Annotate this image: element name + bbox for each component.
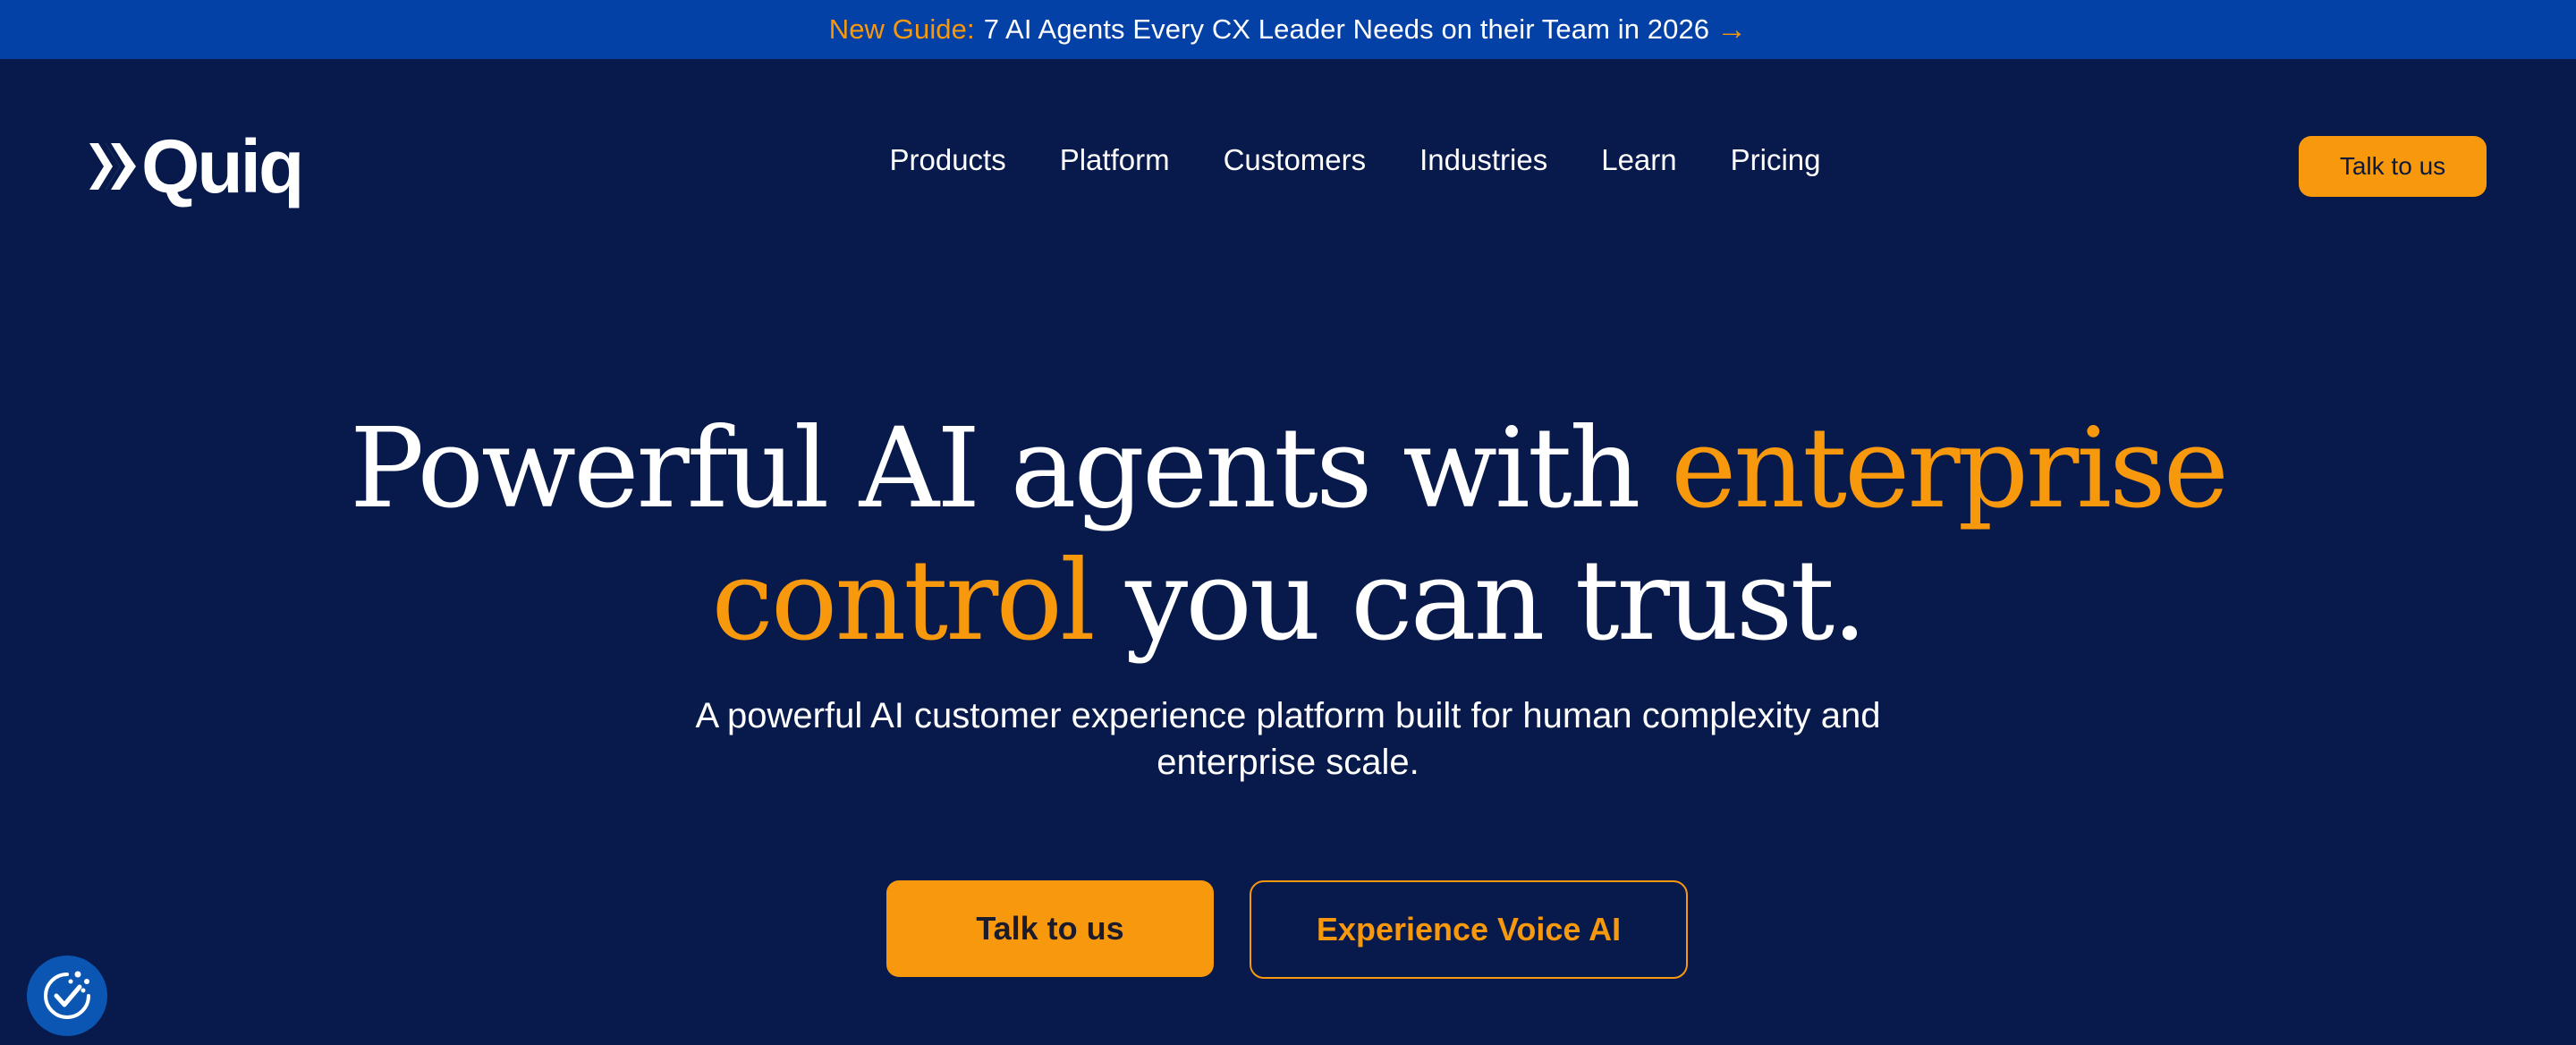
nav-item-pricing[interactable]: Pricing — [1731, 143, 1821, 177]
hero-section: Powerful AI agents with enterprise contr… — [0, 403, 2576, 786]
arrow-right-icon: → — [1716, 13, 1748, 47]
header-talk-to-us-button[interactable]: Talk to us — [2299, 136, 2487, 197]
headline-accent-control: control — [711, 537, 1095, 666]
logo-text: Quiq — [141, 124, 304, 208]
hero-cta-group: Talk to us Experience Voice AI — [0, 880, 2576, 979]
nav-item-customers[interactable]: Customers — [1224, 143, 1367, 177]
nav-item-platform[interactable]: Platform — [1060, 143, 1170, 177]
headline-part-2: you can trust. — [1092, 537, 1867, 666]
cookie-consent-icon — [44, 971, 90, 1019]
main-nav: Products Platform Customers Industries L… — [0, 143, 2576, 177]
nav-item-learn[interactable]: Learn — [1601, 143, 1676, 177]
site-header: Quiq Products Platform Customers Industr… — [0, 59, 2576, 274]
cookie-consent-button[interactable] — [27, 956, 107, 1036]
announcement-bar[interactable]: New Guide: 7 AI Agents Every CX Leader N… — [0, 0, 2576, 59]
logo-link[interactable]: Quiq — [88, 124, 304, 208]
nav-item-industries[interactable]: Industries — [1419, 143, 1547, 177]
headline-part-1: Powerful AI agents with — [349, 404, 1671, 533]
nav-item-products[interactable]: Products — [889, 143, 1005, 177]
quiq-logo-icon — [89, 143, 136, 190]
headline-accent-enterprise: enterprise — [1670, 404, 2229, 533]
hero-headline: Powerful AI agents with enterprise contr… — [0, 403, 2576, 667]
announcement-link[interactable]: 7 AI Agents Every CX Leader Needs on the… — [984, 13, 1709, 46]
experience-voice-ai-button[interactable]: Experience Voice AI — [1250, 880, 1688, 979]
announcement-label: New Guide: — [828, 13, 975, 45]
hero-subheadline: A powerful AI customer experience platfo… — [695, 696, 1881, 782]
hero-talk-to-us-button[interactable]: Talk to us — [886, 880, 1214, 977]
